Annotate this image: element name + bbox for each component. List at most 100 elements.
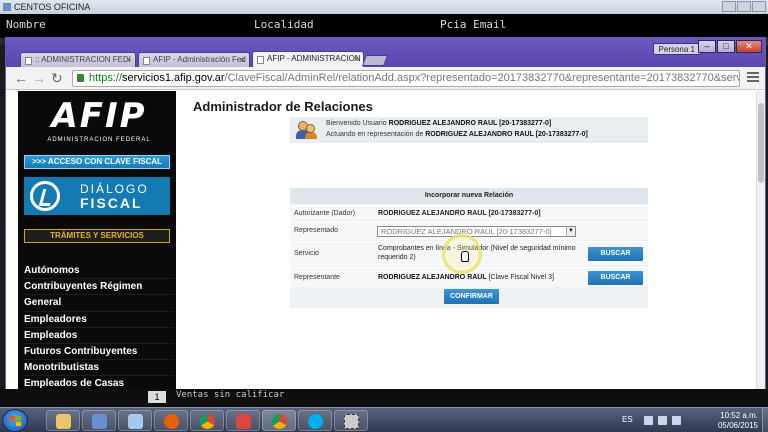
tramites-servicios-button[interactable]: TRÁMITES Y SERVICIOS (24, 229, 170, 243)
scrollbar-thumb[interactable] (758, 103, 764, 183)
firefox-icon (164, 414, 179, 429)
language-indicator[interactable]: ES (622, 415, 633, 424)
afip-logo[interactable]: AFIP ADMINISTRACION FEDERAL (32, 99, 166, 147)
tab-afip-administracion-fed[interactable]: AFIP - Administración Fed × (138, 52, 250, 67)
page-viewport: AFIP ADMINISTRACION FEDERAL >>> ACCESO C… (6, 91, 758, 389)
taskbar-app[interactable] (118, 410, 152, 431)
close-icon[interactable] (752, 1, 766, 12)
servicio-value-line2: requerido 2) (378, 254, 416, 261)
apps-grid-icon (236, 414, 251, 429)
new-tab-button[interactable] (361, 55, 389, 66)
sidebar-item-futuros-contribuyentes[interactable]: Futuros Contribuyentes (24, 344, 174, 361)
chrome-icon (200, 414, 215, 429)
taskbar-network[interactable] (82, 410, 116, 431)
sidebar-item-contribuyentes-regimen[interactable]: Contribuyentes Régimen (24, 279, 174, 296)
main-content: Administrador de Relaciones Bienvenido U… (186, 91, 756, 389)
tab-label: AFIP - Administración Fed (153, 55, 246, 64)
representante-level: [Clave Fiscal Nivel 3] (486, 274, 554, 281)
page-icon (143, 57, 150, 65)
sidebar-item-empleadores[interactable]: Empleadores (24, 312, 174, 328)
reload-icon[interactable]: ↻ (51, 71, 63, 85)
system-tray: ES 10:52 a.m. 05/06/2015 (608, 408, 768, 432)
address-bar[interactable]: https://servicios1.afip.gov.ar/ClaveFisc… (72, 70, 740, 87)
autorizante-label: Autorizante (Dador) (294, 210, 356, 217)
taskbar-chrome-2[interactable] (262, 410, 296, 431)
column-nombre: Nombre (6, 18, 46, 31)
sidebar-item-empleados-casas[interactable]: Empleados de Casas (24, 376, 174, 389)
background-app-titlebar: CENTOS OFICINA (0, 0, 768, 14)
page-icon (257, 56, 264, 64)
close-button[interactable]: ✕ (736, 40, 762, 53)
page-scrollbar[interactable] (756, 91, 765, 389)
footer-number: 1 (148, 391, 166, 403)
back-arrow-icon[interactable]: ← (14, 71, 28, 85)
welcome-line: Bienvenido Usuario RODRIGUEZ ALEJANDRO R… (326, 120, 551, 127)
show-desktop-button[interactable] (762, 408, 768, 432)
url-host: servicios1.afip.gov.ar (122, 72, 225, 84)
maximize-icon[interactable] (737, 1, 751, 12)
dialogo-fiscal-banner[interactable]: DIÁLOGO FISCAL (24, 177, 170, 215)
tab-afip-administracion-active[interactable]: AFIP - ADMINISTRACION × (252, 51, 364, 67)
welcome-user: RODRIGUEZ ALEJANDRO RAUL [20-17383277-0] (388, 120, 552, 127)
acceso-clave-fiscal-button[interactable]: >>> ACCESO CON CLAVE FISCAL (24, 155, 170, 169)
users-icon (296, 121, 318, 139)
hamburger-menu-icon[interactable] (747, 72, 759, 84)
tab-label: :: ADMINISTRACION FEDI (35, 55, 132, 64)
hand-cursor-icon (461, 251, 469, 262)
app-icon (128, 414, 143, 429)
confirmar-button[interactable]: CONFIRMAR (444, 289, 499, 304)
sidebar-item-monotributistas[interactable]: Monotributistas (24, 360, 174, 377)
tab-administracion-fedi[interactable]: :: ADMINISTRACION FEDI × (20, 52, 136, 67)
tray-volume-icon[interactable] (672, 416, 681, 425)
dialogo-fiscal-emblem-icon (30, 181, 60, 211)
dialogo-text: DIÁLOGO (80, 182, 149, 196)
representado-select[interactable]: RODRIGUEZ ALEJANDRO RAUL [20-17383277-0]… (377, 226, 576, 237)
clock[interactable]: 10:52 a.m. 05/06/2015 (718, 411, 758, 431)
browser-window: :: ADMINISTRACION FEDI × AFIP - Administ… (5, 37, 766, 389)
forward-arrow-icon[interactable]: → (32, 71, 46, 85)
column-localidad: Localidad (254, 18, 314, 31)
windows-logo-icon (10, 416, 21, 426)
sidebar-item-general[interactable]: General (24, 295, 174, 312)
buscar-servicio-button[interactable]: BUSCAR (588, 247, 643, 261)
browser-tabstrip: :: ADMINISTRACION FEDI × AFIP - Administ… (6, 38, 765, 67)
profile-button[interactable]: Persona 1 (652, 43, 701, 55)
acting-prefix: Actuando en representación de (326, 131, 426, 138)
url-path: /ClaveFiscal/AdminRel/relationAdd.aspx?r… (224, 72, 739, 84)
buscar-representante-button[interactable]: BUSCAR (588, 271, 643, 285)
sidebar-item-autonomos[interactable]: Autónomos (24, 263, 174, 280)
tray-flag-icon[interactable] (644, 416, 653, 425)
tab-label: AFIP - ADMINISTRACION (267, 54, 361, 63)
representante-name: RODRIGUEZ ALEJANDRO RAUL (378, 274, 487, 281)
start-button[interactable] (2, 409, 28, 432)
close-tab-icon[interactable]: × (240, 53, 245, 67)
minimize-button[interactable]: – (698, 40, 716, 53)
representante-label: Representante (294, 274, 340, 281)
tray-network-icon[interactable] (658, 416, 667, 425)
afip-logo-text: AFIP (51, 96, 147, 136)
acting-line: Actuando en representación de RODRIGUEZ … (326, 131, 588, 138)
close-tab-icon[interactable]: × (354, 52, 359, 66)
sidebar-menu: Autónomos Contribuyentes Régimen General… (24, 263, 174, 389)
afip-logo-subtitle: ADMINISTRACION FEDERAL (47, 137, 151, 143)
sidebar-item-empleados[interactable]: Empleados (24, 328, 174, 344)
representante-value: RODRIGUEZ ALEJANDRO RAUL [Clave Fiscal N… (378, 274, 554, 281)
background-column-header: Nombre Localidad Pcia Email (0, 14, 768, 38)
taskbar-skype[interactable] (298, 410, 332, 431)
background-window-controls (722, 1, 766, 12)
autorizante-value: RODRIGUEZ ALEJANDRO RAUL [20-17383277-0] (378, 210, 541, 217)
browser-window-controls: – □ ✕ (698, 40, 762, 53)
minimize-icon[interactable] (722, 1, 736, 12)
welcome-prefix: Bienvenido Usuario (326, 120, 389, 127)
maximize-button[interactable]: □ (717, 40, 735, 53)
taskbar-chrome-1[interactable] (190, 410, 224, 431)
dropdown-arrow-icon: ▼ (566, 227, 575, 236)
taskbar-firefox[interactable] (154, 410, 188, 431)
taskbar-explorer[interactable] (46, 410, 80, 431)
close-tab-icon[interactable]: × (126, 53, 131, 67)
page-icon (25, 57, 32, 65)
row-autorizante: Autorizante (Dador) RODRIGUEZ ALEJANDRO … (290, 205, 648, 220)
taskbar: ES 10:52 a.m. 05/06/2015 (0, 407, 768, 432)
taskbar-snipping[interactable] (334, 410, 368, 431)
taskbar-apps[interactable] (226, 410, 260, 431)
